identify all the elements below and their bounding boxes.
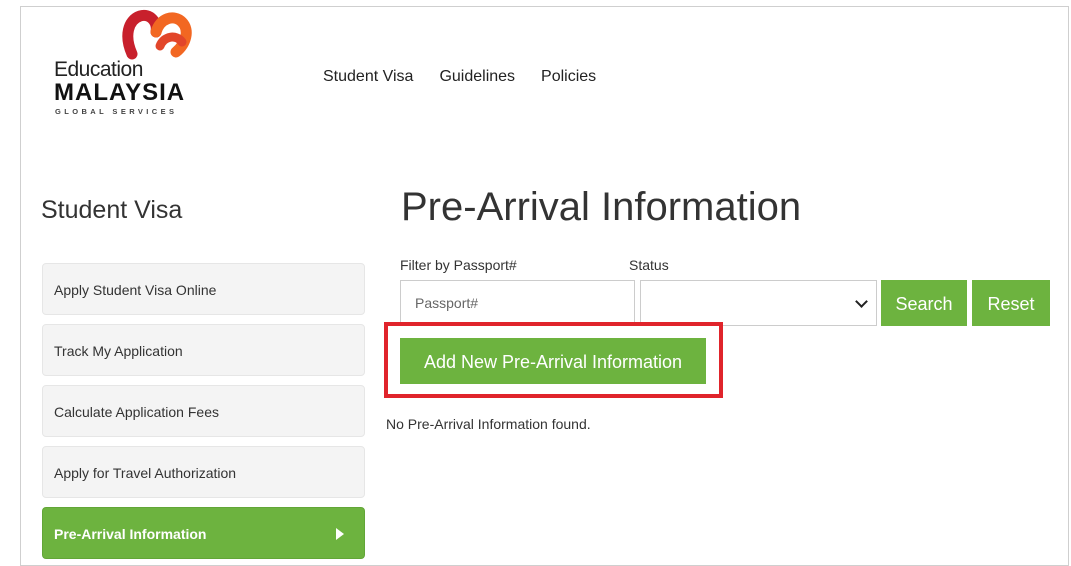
status-filter-label: Status <box>629 257 669 273</box>
sidebar-item-calculate-application-fees[interactable]: Calculate Application Fees <box>42 385 365 437</box>
sidebar-item-label: Apply for Travel Authorization <box>54 465 237 481</box>
search-button[interactable]: Search <box>881 280 967 326</box>
chevron-down-icon <box>855 295 868 308</box>
nav-guidelines[interactable]: Guidelines <box>439 68 515 86</box>
nav-student-visa[interactable]: Student Visa <box>323 68 413 86</box>
sidebar-item-label: Pre-Arrival Information <box>54 526 207 542</box>
passport-filter-label: Filter by Passport# <box>400 257 517 273</box>
top-navigation: Student Visa Guidelines Policies <box>323 68 622 86</box>
sidebar-item-track-my-application[interactable]: Track My Application <box>42 324 365 376</box>
empty-results-message: No Pre-Arrival Information found. <box>386 416 591 432</box>
status-select[interactable] <box>640 280 877 326</box>
add-new-pre-arrival-button[interactable]: Add New Pre-Arrival Information <box>400 338 706 384</box>
sidebar-item-pre-arrival-information[interactable]: Pre-Arrival Information <box>42 507 365 559</box>
nav-policies[interactable]: Policies <box>541 68 596 86</box>
sidebar-item-apply-student-visa-online[interactable]: Apply Student Visa Online <box>42 263 365 315</box>
passport-filter-input[interactable] <box>400 280 635 326</box>
sidebar-item-apply-for-travel-authorization[interactable]: Apply for Travel Authorization <box>42 446 365 498</box>
caret-right-icon <box>336 528 344 540</box>
logo-text-global-services: GLOBAL SERVICES <box>55 107 178 116</box>
sidebar-title: Student Visa <box>41 196 183 224</box>
reset-button[interactable]: Reset <box>972 280 1050 326</box>
education-malaysia-logo[interactable]: Education MALAYSIA GLOBAL SERVICES <box>54 6 204 116</box>
sidebar-item-label: Apply Student Visa Online <box>54 282 217 298</box>
logo-text-malaysia: MALAYSIA <box>54 79 186 106</box>
sidebar-item-label: Track My Application <box>54 343 183 359</box>
sidebar-item-label: Calculate Application Fees <box>54 404 219 420</box>
page-title: Pre-Arrival Information <box>401 185 802 229</box>
